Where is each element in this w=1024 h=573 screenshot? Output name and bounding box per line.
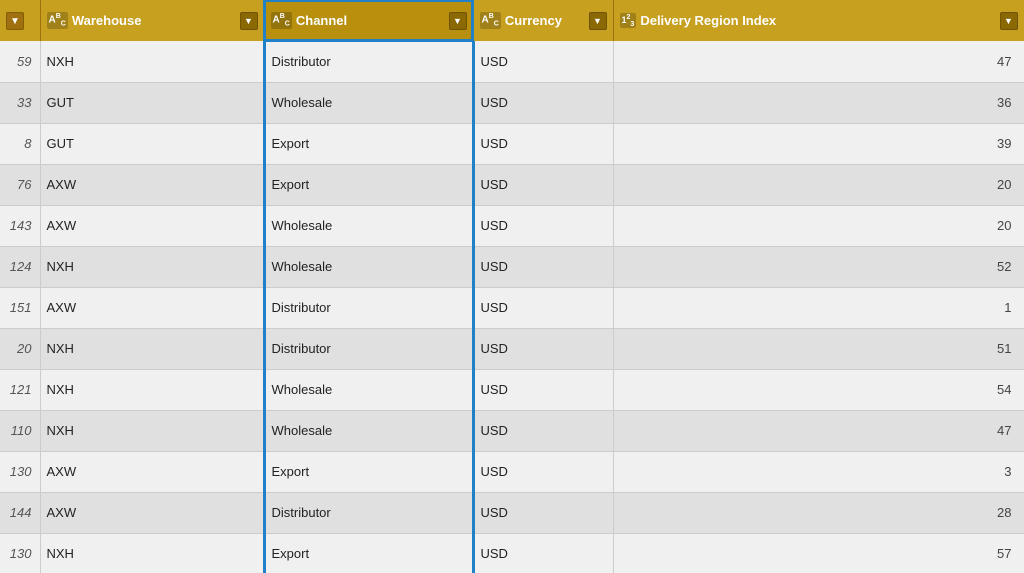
cell-delivery: 36	[613, 82, 1024, 123]
cell-channel: Export	[264, 164, 473, 205]
cell-delivery: 20	[613, 205, 1024, 246]
col-label-delivery: Delivery Region Index	[640, 13, 776, 28]
cell-warehouse: NXH	[40, 410, 264, 451]
cell-warehouse: NXH	[40, 369, 264, 410]
cell-currency: USD	[473, 82, 613, 123]
table-row: 124NXHWholesaleUSD52	[0, 246, 1024, 287]
table-row: 33GUTWholesaleUSD36	[0, 82, 1024, 123]
cell-index: 151	[0, 287, 40, 328]
col-label-warehouse: Warehouse	[72, 13, 142, 28]
cell-channel: Export	[264, 451, 473, 492]
cell-delivery: 28	[613, 492, 1024, 533]
cell-currency: USD	[473, 205, 613, 246]
table-row: 121NXHWholesaleUSD54	[0, 369, 1024, 410]
cell-delivery: 51	[613, 328, 1024, 369]
cell-warehouse: AXW	[40, 451, 264, 492]
col-header-currency[interactable]: ABC Currency ▼	[473, 0, 613, 41]
cell-delivery: 54	[613, 369, 1024, 410]
cell-channel: Distributor	[264, 492, 473, 533]
cell-currency: USD	[473, 287, 613, 328]
table-row: 151AXWDistributorUSD1	[0, 287, 1024, 328]
table-row: 130NXHExportUSD57	[0, 533, 1024, 573]
cell-channel: Wholesale	[264, 205, 473, 246]
table-row: 8GUTExportUSD39	[0, 123, 1024, 164]
cell-warehouse: AXW	[40, 164, 264, 205]
cell-currency: USD	[473, 369, 613, 410]
cell-channel: Distributor	[264, 41, 473, 82]
cell-currency: USD	[473, 164, 613, 205]
cell-delivery: 3	[613, 451, 1024, 492]
cell-channel: Wholesale	[264, 246, 473, 287]
cell-delivery: 1	[613, 287, 1024, 328]
cell-channel: Export	[264, 533, 473, 573]
cell-index: 144	[0, 492, 40, 533]
sort-icon-index: ▼	[6, 12, 24, 30]
type-icon-warehouse: ABC	[47, 12, 68, 28]
cell-delivery: 52	[613, 246, 1024, 287]
cell-warehouse: NXH	[40, 328, 264, 369]
col-label-currency: Currency	[505, 13, 562, 28]
cell-currency: USD	[473, 451, 613, 492]
dropdown-arrow-delivery[interactable]: ▼	[1000, 12, 1018, 30]
table-row: 130AXWExportUSD3	[0, 451, 1024, 492]
cell-currency: USD	[473, 123, 613, 164]
cell-channel: Distributor	[264, 328, 473, 369]
type-icon-delivery: 123	[620, 13, 637, 29]
cell-index: 20	[0, 328, 40, 369]
table-row: 76AXWExportUSD20	[0, 164, 1024, 205]
table-body: 59NXHDistributorUSD4733GUTWholesaleUSD36…	[0, 41, 1024, 573]
cell-index: 8	[0, 123, 40, 164]
cell-currency: USD	[473, 410, 613, 451]
cell-currency: USD	[473, 328, 613, 369]
cell-warehouse: AXW	[40, 287, 264, 328]
cell-warehouse: NXH	[40, 41, 264, 82]
cell-delivery: 47	[613, 410, 1024, 451]
cell-channel: Wholesale	[264, 82, 473, 123]
cell-index: 110	[0, 410, 40, 451]
type-icon-currency: ABC	[480, 12, 501, 28]
cell-index: 124	[0, 246, 40, 287]
cell-channel: Export	[264, 123, 473, 164]
cell-delivery: 57	[613, 533, 1024, 573]
table-row: 110NXHWholesaleUSD47	[0, 410, 1024, 451]
cell-index: 143	[0, 205, 40, 246]
col-label-channel: Channel	[296, 13, 347, 28]
cell-index: 130	[0, 533, 40, 573]
col-header-delivery[interactable]: 123 Delivery Region Index ▼	[613, 0, 1024, 41]
col-header-channel[interactable]: ABC Channel ▼	[264, 0, 473, 41]
cell-channel: Wholesale	[264, 410, 473, 451]
dropdown-arrow-warehouse[interactable]: ▼	[240, 12, 258, 30]
cell-index: 76	[0, 164, 40, 205]
cell-index: 33	[0, 82, 40, 123]
cell-warehouse: AXW	[40, 492, 264, 533]
cell-index: 130	[0, 451, 40, 492]
cell-warehouse: GUT	[40, 123, 264, 164]
cell-warehouse: AXW	[40, 205, 264, 246]
cell-index: 59	[0, 41, 40, 82]
table-row: 20NXHDistributorUSD51	[0, 328, 1024, 369]
table-row: 143AXWWholesaleUSD20	[0, 205, 1024, 246]
cell-currency: USD	[473, 246, 613, 287]
dropdown-arrow-channel[interactable]: ▼	[449, 12, 467, 30]
cell-warehouse: GUT	[40, 82, 264, 123]
col-header-warehouse[interactable]: ABC Warehouse ▼	[40, 0, 264, 41]
table-row: 59NXHDistributorUSD47	[0, 41, 1024, 82]
type-icon-channel: ABC	[271, 12, 292, 28]
cell-warehouse: NXH	[40, 246, 264, 287]
cell-channel: Wholesale	[264, 369, 473, 410]
table-header-row: ▼ ABC Warehouse ▼ ABC Channel ▼	[0, 0, 1024, 41]
cell-delivery: 20	[613, 164, 1024, 205]
cell-currency: USD	[473, 41, 613, 82]
data-table: ▼ ABC Warehouse ▼ ABC Channel ▼	[0, 0, 1024, 573]
col-header-index[interactable]: ▼	[0, 0, 40, 41]
cell-delivery: 39	[613, 123, 1024, 164]
cell-currency: USD	[473, 533, 613, 573]
dropdown-arrow-currency[interactable]: ▼	[589, 12, 607, 30]
cell-delivery: 47	[613, 41, 1024, 82]
cell-index: 121	[0, 369, 40, 410]
table-row: 144AXWDistributorUSD28	[0, 492, 1024, 533]
cell-currency: USD	[473, 492, 613, 533]
cell-warehouse: NXH	[40, 533, 264, 573]
cell-channel: Distributor	[264, 287, 473, 328]
